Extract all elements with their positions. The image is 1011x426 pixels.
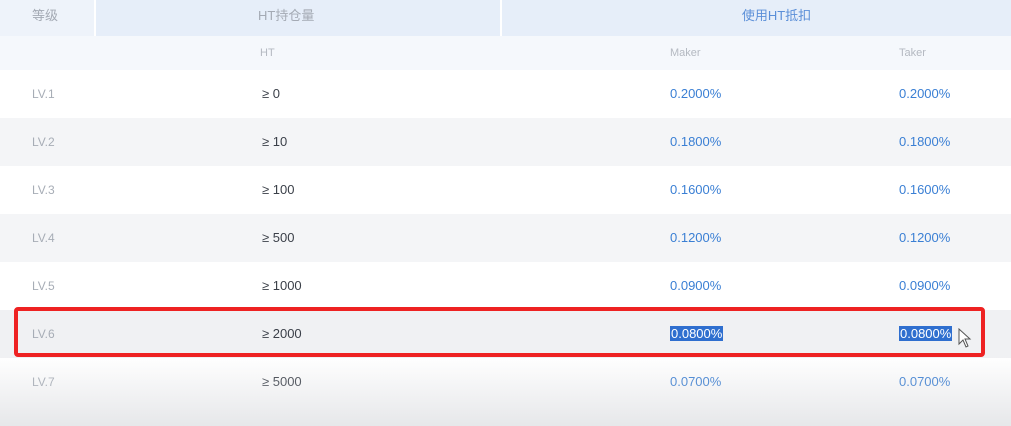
holding-cell: ≥ 0 [262, 86, 280, 101]
subheader-maker: Maker [670, 47, 701, 59]
table-row: LV.1 ≥ 0 0.2000% 0.2000% [0, 70, 1011, 118]
level-cell: LV.5 [32, 279, 55, 293]
subheader-taker: Taker [899, 47, 926, 59]
level-cell: LV.6 [32, 327, 55, 341]
table-row: LV.7 ≥ 5000 0.0700% 0.0700% [0, 358, 1011, 406]
maker-fee-cell[interactable]: 0.1800% [670, 134, 721, 149]
level-cell: LV.1 [32, 87, 55, 101]
subheader-unit: HT [260, 47, 275, 59]
mouse-cursor-icon [958, 328, 972, 348]
table-header: 等级 HT持仓量 使用HT抵扣 [0, 0, 1011, 36]
taker-fee-cell[interactable]: 0.1800% [899, 134, 950, 149]
taker-fee-cell[interactable]: 0.0900% [899, 278, 950, 293]
maker-fee-cell[interactable]: 0.1200% [670, 230, 721, 245]
level-cell: LV.7 [32, 375, 55, 389]
header-ht-discount: 使用HT抵扣 [502, 0, 1011, 36]
table-row-highlighted: LV.6 ≥ 2000 0.0800% 0.0800% [0, 310, 1011, 358]
maker-fee-cell[interactable]: 0.0900% [670, 278, 721, 293]
maker-fee-cell[interactable]: 0.1600% [670, 182, 721, 197]
taker-fee-cell[interactable]: 0.1200% [899, 230, 950, 245]
level-cell: LV.3 [32, 183, 55, 197]
holding-cell: ≥ 100 [262, 182, 295, 197]
taker-fee-cell[interactable]: 0.0700% [899, 374, 950, 389]
table-row: LV.3 ≥ 100 0.1600% 0.1600% [0, 166, 1011, 214]
table-row: LV.5 ≥ 1000 0.0900% 0.0900% [0, 262, 1011, 310]
maker-fee-cell[interactable]: 0.0700% [670, 374, 721, 389]
holding-cell: ≥ 500 [262, 230, 295, 245]
header-level: 等级 [0, 0, 94, 36]
maker-fee-cell-selected[interactable]: 0.0800% [670, 326, 724, 341]
table-row: LV.2 ≥ 10 0.1800% 0.1800% [0, 118, 1011, 166]
maker-fee-cell[interactable]: 0.2000% [670, 86, 721, 101]
taker-fee-cell[interactable]: 0.1600% [899, 182, 950, 197]
level-cell: LV.4 [32, 231, 55, 245]
fee-tier-table: 等级 HT持仓量 使用HT抵扣 HT Maker Taker LV.1 ≥ 0 … [0, 0, 1011, 426]
holding-cell: ≥ 10 [262, 134, 288, 149]
taker-fee-cell-selected[interactable]: 0.0800% [899, 326, 953, 341]
header-holding: HT持仓量 [96, 0, 500, 36]
level-cell: LV.2 [32, 135, 55, 149]
holding-cell: ≥ 5000 [262, 374, 302, 389]
table-row: LV.4 ≥ 500 0.1200% 0.1200% [0, 214, 1011, 262]
holding-cell: ≥ 2000 [262, 326, 302, 341]
holding-cell: ≥ 1000 [262, 278, 302, 293]
taker-fee-cell[interactable]: 0.2000% [899, 86, 950, 101]
table-subheader: HT Maker Taker [0, 36, 1011, 70]
